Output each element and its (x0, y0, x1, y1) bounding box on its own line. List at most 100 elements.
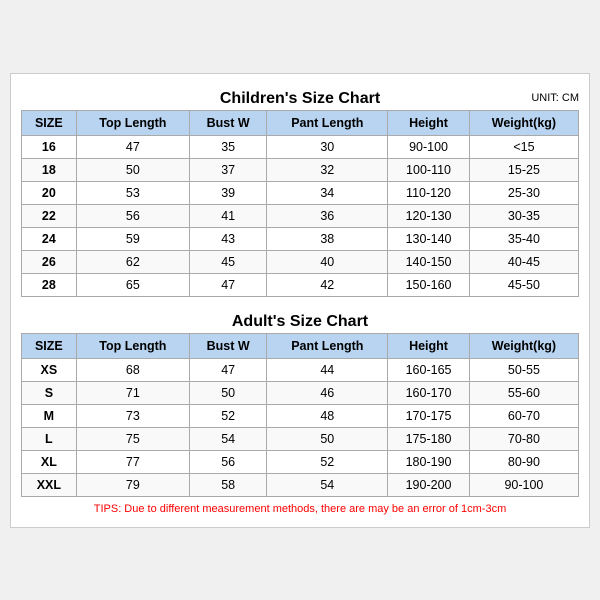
adults-col-size: SIZE (22, 333, 77, 358)
table-cell: 43 (189, 227, 266, 250)
adults-col-bust: Bust W (189, 333, 266, 358)
table-cell: 75 (76, 427, 189, 450)
table-cell: 26 (22, 250, 77, 273)
children-col-bust: Bust W (189, 110, 266, 135)
table-cell: 150-160 (388, 273, 470, 296)
table-cell: 44 (267, 358, 388, 381)
table-cell: 170-175 (388, 404, 470, 427)
table-cell: 71 (76, 381, 189, 404)
children-col-height: Height (388, 110, 470, 135)
table-cell: 60-70 (469, 404, 578, 427)
adults-col-weight: Weight(kg) (469, 333, 578, 358)
table-cell: 28 (22, 273, 77, 296)
table-cell: 35-40 (469, 227, 578, 250)
children-col-pant: Pant Length (267, 110, 388, 135)
table-cell: 62 (76, 250, 189, 273)
table-cell: 34 (267, 181, 388, 204)
table-cell: 58 (189, 473, 266, 496)
table-cell: 120-130 (388, 204, 470, 227)
table-cell: 32 (267, 158, 388, 181)
table-cell: 110-120 (388, 181, 470, 204)
table-cell: 38 (267, 227, 388, 250)
table-cell: L (22, 427, 77, 450)
table-cell: 50 (189, 381, 266, 404)
table-cell: 65 (76, 273, 189, 296)
unit-label: UNIT: CM (531, 92, 579, 104)
table-cell: 39 (189, 181, 266, 204)
table-cell: 40-45 (469, 250, 578, 273)
table-cell: 54 (267, 473, 388, 496)
table-cell: 25-30 (469, 181, 578, 204)
table-cell: 175-180 (388, 427, 470, 450)
table-cell: 70-80 (469, 427, 578, 450)
table-cell: 40 (267, 250, 388, 273)
table-cell: 79 (76, 473, 189, 496)
table-cell: 47 (189, 273, 266, 296)
table-cell: 50 (76, 158, 189, 181)
table-cell: 190-200 (388, 473, 470, 496)
table-cell: 45-50 (469, 273, 578, 296)
table-cell: 24 (22, 227, 77, 250)
adults-size-table: SIZE Top Length Bust W Pant Length Heigh… (21, 333, 579, 497)
children-title-text: Children's Size Chart (220, 90, 380, 107)
table-cell: 41 (189, 204, 266, 227)
children-header-row: SIZE Top Length Bust W Pant Length Heigh… (22, 110, 579, 135)
table-cell: 22 (22, 204, 77, 227)
table-row: 26624540140-15040-45 (22, 250, 579, 273)
table-cell: 42 (267, 273, 388, 296)
table-cell: <15 (469, 135, 578, 158)
table-cell: 50 (267, 427, 388, 450)
table-row: 18503732100-11015-25 (22, 158, 579, 181)
table-cell: 47 (76, 135, 189, 158)
table-cell: 90-100 (388, 135, 470, 158)
adults-col-pant: Pant Length (267, 333, 388, 358)
table-cell: 36 (267, 204, 388, 227)
table-cell: 16 (22, 135, 77, 158)
adults-chart-title: Adult's Size Chart (21, 307, 579, 333)
table-cell: 77 (76, 450, 189, 473)
adults-col-top-length: Top Length (76, 333, 189, 358)
table-cell: 15-25 (469, 158, 578, 181)
adults-col-height: Height (388, 333, 470, 358)
table-cell: 47 (189, 358, 266, 381)
table-cell: S (22, 381, 77, 404)
table-row: 28654742150-16045-50 (22, 273, 579, 296)
table-cell: 80-90 (469, 450, 578, 473)
table-cell: 180-190 (388, 450, 470, 473)
table-cell: 54 (189, 427, 266, 450)
table-cell: 68 (76, 358, 189, 381)
table-cell: 46 (267, 381, 388, 404)
children-col-weight: Weight(kg) (469, 110, 578, 135)
table-cell: 140-150 (388, 250, 470, 273)
table-row: XS684744160-16550-55 (22, 358, 579, 381)
table-row: 20533934110-12025-30 (22, 181, 579, 204)
table-row: S715046160-17055-60 (22, 381, 579, 404)
table-cell: 56 (189, 450, 266, 473)
table-cell: 35 (189, 135, 266, 158)
table-cell: XS (22, 358, 77, 381)
table-cell: 48 (267, 404, 388, 427)
table-cell: 20 (22, 181, 77, 204)
table-row: XL775652180-19080-90 (22, 450, 579, 473)
chart-container: Children's Size Chart UNIT: CM SIZE Top … (10, 73, 590, 528)
tips-text: TIPS: Due to different measurement metho… (21, 497, 579, 517)
table-cell: 45 (189, 250, 266, 273)
table-cell: XL (22, 450, 77, 473)
table-cell: 59 (76, 227, 189, 250)
children-col-size: SIZE (22, 110, 77, 135)
table-cell: 50-55 (469, 358, 578, 381)
table-cell: 53 (76, 181, 189, 204)
table-cell: 52 (189, 404, 266, 427)
adults-title-text: Adult's Size Chart (232, 313, 368, 330)
table-cell: 52 (267, 450, 388, 473)
table-cell: 56 (76, 204, 189, 227)
table-cell: 30 (267, 135, 388, 158)
table-cell: 55-60 (469, 381, 578, 404)
table-cell: 30-35 (469, 204, 578, 227)
table-cell: 37 (189, 158, 266, 181)
table-cell: M (22, 404, 77, 427)
table-row: M735248170-17560-70 (22, 404, 579, 427)
children-chart-title: Children's Size Chart UNIT: CM (21, 84, 579, 110)
table-cell: 18 (22, 158, 77, 181)
table-cell: 160-170 (388, 381, 470, 404)
